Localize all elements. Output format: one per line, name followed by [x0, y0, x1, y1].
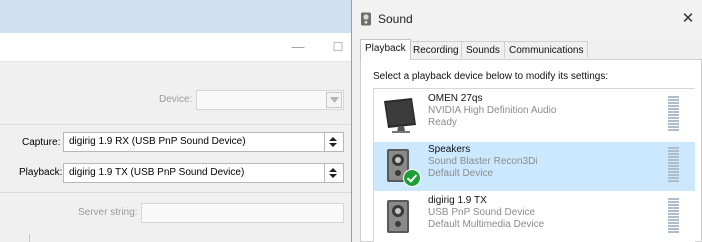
device-status: Ready	[428, 117, 457, 128]
monitor-icon	[380, 95, 420, 135]
volume-meter	[668, 198, 679, 236]
device-status: Default Multimedia Device	[428, 219, 545, 230]
capture-value: digirig 1.9 RX (USB PnP Sound Device)	[69, 136, 246, 147]
server-string-label: Server string:	[78, 207, 138, 218]
device-name: digirig 1.9 TX	[428, 195, 487, 206]
divider	[0, 192, 352, 193]
maximize-button[interactable]: ☐	[318, 33, 352, 61]
window-top-strip	[0, 0, 352, 33]
playback-panel: Select a playback device below to modify…	[360, 59, 702, 242]
device-row-speakers[interactable]: Speakers Sound Blaster Recon3Di Default …	[374, 142, 695, 191]
device-label: Device:	[159, 94, 193, 105]
settings-panel: Device: Capture: digirig 1.9 RX (USB PnP…	[0, 62, 352, 242]
window-title: Sound	[378, 12, 413, 26]
volume-meter	[668, 96, 679, 134]
tab-sounds[interactable]: Sounds	[461, 41, 505, 58]
close-icon[interactable]: ✕	[678, 9, 698, 27]
dropdown-arrow-icon	[326, 92, 342, 108]
title-bar: Sound ✕	[352, 0, 702, 38]
capture-label: Capture:	[22, 137, 61, 148]
title-bar: — ☐	[0, 33, 352, 62]
divider	[29, 234, 30, 242]
capture-select[interactable]: digirig 1.9 RX (USB PnP Sound Device)	[63, 132, 344, 152]
speaker-icon	[380, 197, 420, 237]
instruction-text: Select a playback device below to modify…	[373, 71, 609, 82]
playback-value: digirig 1.9 TX (USB PnP Sound Device)	[69, 167, 245, 178]
server-string-input[interactable]	[141, 203, 344, 223]
dialog-client-area: Playback Recording Sounds Communications…	[352, 38, 702, 242]
playback-label: Playback:	[19, 167, 63, 178]
device-driver: Sound Blaster Recon3Di	[428, 156, 538, 167]
device-list[interactable]: OMEN 27qs NVIDIA High Definition Audio R…	[373, 88, 695, 242]
sound-dialog: Sound ✕ Playback Recording Sounds Commun…	[352, 0, 702, 242]
speaker-app-icon	[360, 12, 372, 29]
tab-communications[interactable]: Communications	[504, 41, 589, 58]
default-check-icon	[403, 169, 421, 190]
device-row-digirig[interactable]: digirig 1.9 TX USB PnP Sound Device Defa…	[374, 193, 695, 242]
device-name: OMEN 27qs	[428, 93, 483, 104]
updown-icon	[324, 164, 343, 182]
tab-playback[interactable]: Playback	[360, 39, 411, 60]
device-row-omen[interactable]: OMEN 27qs NVIDIA High Definition Audio R…	[374, 91, 695, 140]
playback-select[interactable]: digirig 1.9 TX (USB PnP Sound Device)	[63, 163, 344, 183]
device-driver: USB PnP Sound Device	[428, 207, 536, 218]
volume-meter	[668, 147, 679, 185]
device-name: Speakers	[428, 144, 471, 155]
device-driver: NVIDIA High Definition Audio	[428, 105, 557, 116]
divider	[0, 124, 352, 125]
updown-icon	[324, 133, 343, 151]
device-dropdown[interactable]	[196, 90, 344, 110]
background-app-window: — ☐ Device: Capture: digirig 1.9 RX (USB…	[0, 0, 352, 242]
device-status: Default Device	[428, 168, 494, 179]
tab-recording[interactable]: Recording	[408, 41, 464, 58]
minimize-button[interactable]: —	[278, 33, 318, 61]
